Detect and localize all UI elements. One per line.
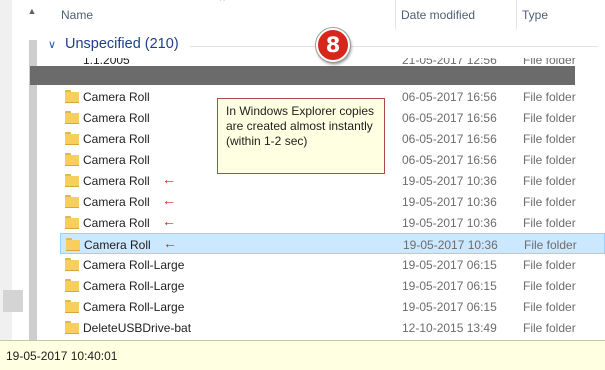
file-date: 19-05-2017 06:15	[402, 300, 497, 314]
file-date: 06-05-2017 16:56	[402, 111, 497, 125]
file-name: Camera Roll-Large	[83, 279, 185, 293]
file-date: 19-05-2017 06:15	[402, 258, 497, 272]
file-name: Camera Roll	[83, 90, 150, 104]
folder-icon	[65, 321, 79, 334]
file-type: File folder	[523, 174, 576, 188]
file-type: File folder	[523, 258, 576, 272]
file-name: Camera Roll	[83, 216, 150, 230]
file-date: 06-05-2017 16:56	[402, 90, 497, 104]
file-type: File folder	[523, 153, 576, 167]
file-name: Camera Roll	[83, 174, 150, 188]
file-name: DeleteUSBDrive-bat	[83, 321, 192, 335]
callout-note: In Windows Explorer copies are created a…	[217, 98, 385, 174]
list-item[interactable]: DeleteUSBDrive-bat 12-10-2015 13:49 File f…	[60, 317, 605, 338]
list-item[interactable]: Camera Roll ← 19-05-2017 10:36 File folder	[60, 212, 605, 233]
folder-icon	[65, 300, 79, 313]
list-item[interactable]: Camera Roll ← 19-05-2017 10:36 File folder	[60, 233, 605, 254]
left-arrow-icon: ←	[162, 213, 176, 229]
folder-icon	[65, 216, 79, 229]
file-date: 06-05-2017 16:56	[402, 153, 497, 167]
file-name: Camera Roll	[83, 132, 150, 146]
folder-icon	[65, 174, 79, 187]
file-type: File folder	[523, 90, 576, 104]
left-arrow-icon: ←	[162, 192, 176, 208]
folder-icon	[65, 153, 79, 166]
folder-icon	[65, 132, 79, 145]
file-date: 19-05-2017 10:36	[402, 195, 497, 209]
step-badge: 8	[316, 28, 350, 62]
file-type: File folder	[524, 238, 577, 252]
list-item[interactable]: Camera Roll ← 19-05-2017 10:36 File folder	[60, 191, 605, 212]
file-type: File folder	[523, 111, 576, 125]
file-name: Camera Roll-Large	[83, 258, 185, 272]
file-type: File folder	[523, 321, 576, 335]
file-type: File folder	[523, 279, 576, 293]
folder-icon	[65, 90, 79, 103]
folder-icon	[65, 279, 79, 292]
file-date: 06-05-2017 16:56	[402, 132, 497, 146]
status-bar: 19-05-2017 10:40:01	[0, 340, 605, 370]
file-type: File folder	[523, 216, 576, 230]
file-type: File folder	[523, 132, 576, 146]
list-item[interactable]: Camera Roll-Large 19-05-2017 06:15 File fo…	[60, 275, 605, 296]
file-date: 19-05-2017 10:36	[403, 238, 498, 252]
file-name: Camera Roll	[83, 153, 150, 167]
file-name: Camera Roll	[83, 195, 150, 209]
list-item[interactable]: Camera Roll-Large 19-05-2017 06:15 File fo…	[60, 254, 605, 275]
file-date: 12-10-2015 13:49	[402, 321, 497, 335]
file-date: 19-05-2017 06:15	[402, 279, 497, 293]
status-timestamp: 19-05-2017 10:40:01	[6, 349, 118, 363]
file-name: Camera Roll-Large	[83, 300, 185, 314]
file-date: 19-05-2017 10:36	[402, 174, 497, 188]
list-item[interactable]: Camera Roll-Large 19-05-2017 06:15 File fo…	[60, 296, 605, 317]
folder-icon	[65, 258, 79, 271]
file-name: Camera Roll	[84, 238, 151, 252]
file-date: 19-05-2017 10:36	[402, 216, 497, 230]
left-arrow-icon: ←	[163, 235, 177, 251]
file-name: Camera Roll	[83, 111, 150, 125]
folder-icon	[66, 238, 80, 251]
file-type: File folder	[523, 195, 576, 209]
folder-icon	[65, 195, 79, 208]
file-type: File folder	[523, 300, 576, 314]
left-arrow-icon: ←	[162, 171, 176, 187]
folder-icon	[65, 111, 79, 124]
